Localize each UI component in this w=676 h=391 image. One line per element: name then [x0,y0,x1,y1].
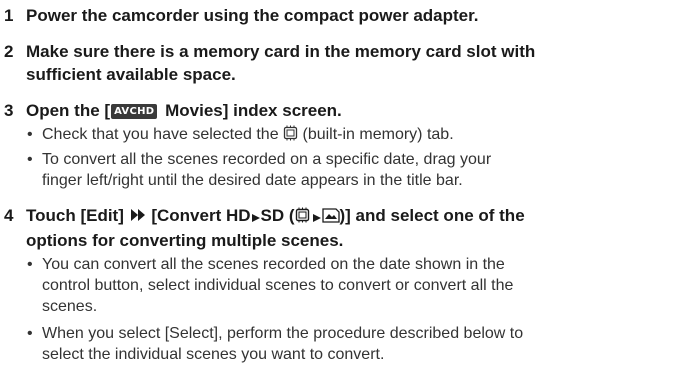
step-title-line: Make sure there is a memory card in the … [26,42,536,61]
step-title-text: Open the [ [26,101,111,120]
step-number: 4 [4,206,14,225]
step-3: 3 Open the [AVCHD Movies] index screen. … [0,99,666,191]
step-body: Touch [Edit] [Convert HD SD ( )] and selec… [26,204,666,365]
bullet-item: • When you select [Select], perform the … [26,323,666,365]
step-title-text: [Convert HD [146,206,251,225]
bullet-dot: • [27,325,33,342]
built-in-memory-icon [283,125,298,147]
bullet-text: control button, select individual scenes… [42,277,514,294]
step-number: 3 [4,101,14,120]
next-step-arrow-icon [129,206,147,229]
step-title: Touch [Edit] [Convert HD SD ( )] and selec… [26,204,666,252]
bullet-item: • To convert all the scenes recorded on … [26,149,666,191]
convert-arrow-icon [251,206,261,229]
step-title-text: SD ( [260,206,295,225]
sd-card-icon [321,206,340,229]
step-title-text: Touch [Edit] [26,206,129,225]
step-title: Make sure there is a memory card in the … [26,40,666,86]
bullet-text: scenes. [42,298,98,315]
bullet-item: • Check that you have selected the (buil… [26,124,666,147]
avchd-badge-icon: AVCHD [111,104,158,119]
bullet-text: (built-in memory) tab. [298,126,454,143]
bullet-text: finger left/right until the desired date… [42,172,463,189]
step-4: 4 Touch [Edit] [Convert HD SD ( )] and sel… [0,204,666,365]
step-title: Open the [AVCHD Movies] index screen. [26,99,666,122]
bullet-text: You can convert all the scenes recorded … [42,256,505,273]
step-2: 2 Make sure there is a memory card in th… [0,40,666,86]
step-1: 1 Power the camcorder using the compact … [0,4,666,27]
step-title-text: Power the camcorder using the compact po… [26,6,479,25]
step-title-text: )] and select one of the [339,206,525,225]
bullet-item: • You can convert all the scenes recorde… [26,254,666,317]
bullet-text: Check that you have selected the [42,126,284,143]
step-title-line: sufficient available space. [26,65,236,84]
step-title-line: options for converting multiple scenes. [26,231,344,250]
bullet-text: select the individual scenes you want to… [42,346,385,363]
bullet-dot: • [27,151,33,168]
bullet-dot: • [27,126,33,143]
built-in-memory-icon [295,206,310,229]
step-body: Open the [AVCHD Movies] index screen. • … [26,99,666,191]
step-title-text: Movies] index screen. [160,101,342,120]
bullet-dot: • [27,256,33,273]
instruction-page: 1 Power the camcorder using the compact … [0,0,676,391]
step-number: 2 [4,42,14,61]
convert-arrow-icon [310,206,322,229]
bullet-text: When you select [Select], perform the pr… [42,325,524,342]
bullet-list: • You can convert all the scenes recorde… [26,254,666,365]
bullet-list: • Check that you have selected the (buil… [26,124,666,191]
bullet-text: To convert all the scenes recorded on a … [42,151,492,168]
step-number: 1 [4,6,14,25]
step-title: Power the camcorder using the compact po… [26,4,666,27]
step-body: Make sure there is a memory card in the … [26,40,666,86]
step-body: Power the camcorder using the compact po… [26,4,666,27]
